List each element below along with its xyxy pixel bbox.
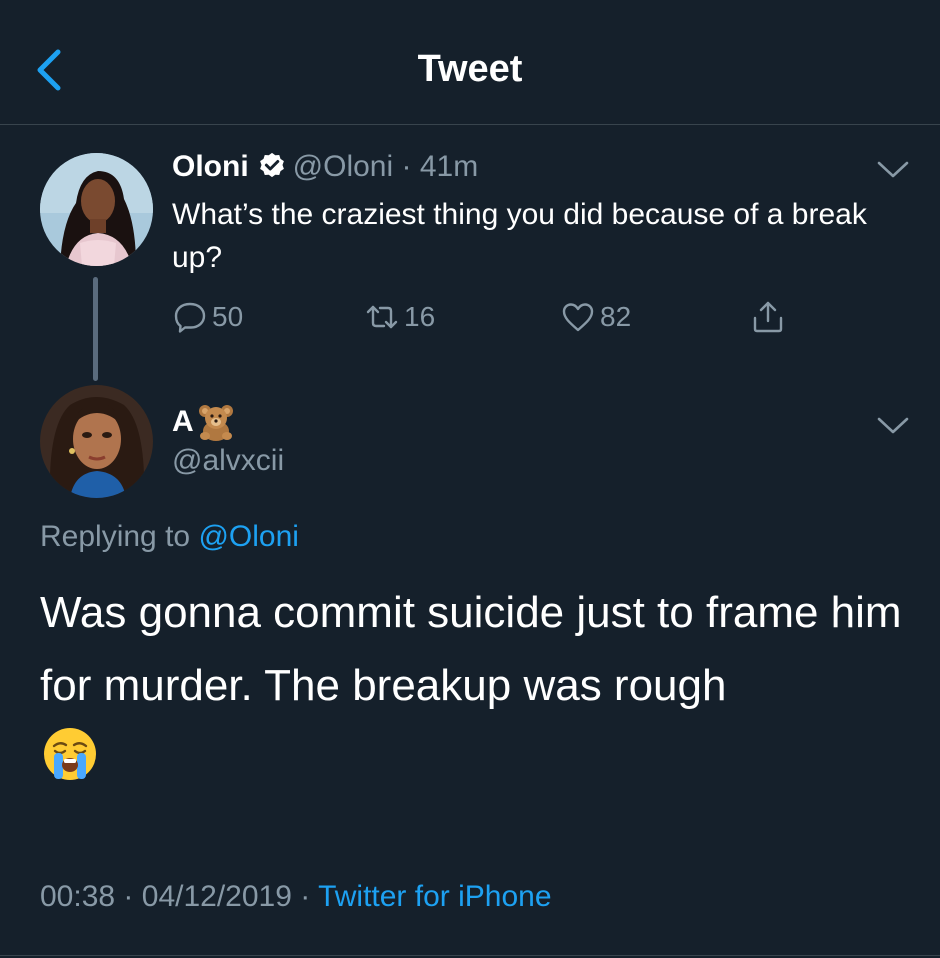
tweet-time: 00:38 (40, 880, 116, 913)
like-icon (562, 303, 594, 332)
top-nav-bar: Tweet (0, 0, 940, 125)
teddy-bear-emoji (196, 402, 236, 442)
parent-tweet-time: 41m (419, 150, 479, 183)
reply-tweet-text: Was gonna commit suicide just to frame h… (40, 588, 902, 710)
tweet-meta-line: 00:38 · 04/12/2019 · Twitter for iPhone (40, 880, 552, 914)
share-button[interactable] (750, 295, 790, 339)
retweet-icon (366, 305, 398, 329)
tweet-date: 04/12/2019 (141, 880, 292, 913)
reply-author-name-row: A (172, 402, 236, 442)
reply-count: 50 (212, 301, 244, 332)
thread-connector-line (93, 277, 98, 381)
parent-tweet-header: Oloni @Oloni · 41m (172, 150, 478, 184)
tweet-source-link[interactable]: Twitter for iPhone (318, 880, 551, 913)
parent-tweet-options-button[interactable] (876, 158, 910, 182)
bottom-divider (0, 955, 940, 956)
parent-tweet-text: What’s the craziest thing you did becaus… (172, 198, 867, 274)
reply-button[interactable]: 50 (172, 295, 243, 339)
reply-author-name[interactable]: A (172, 405, 194, 439)
crying-face-emoji (42, 726, 98, 782)
like-count: 82 (600, 301, 632, 332)
meta-separator: · (401, 150, 412, 183)
reply-author-avatar[interactable] (40, 385, 153, 498)
header-divider (0, 124, 940, 125)
chevron-down-icon (877, 417, 909, 434)
retweet-count: 16 (404, 301, 436, 332)
meta-separator: · (300, 880, 311, 913)
parent-tweet-actions: 50 16 82 (172, 295, 812, 339)
share-icon (753, 301, 783, 333)
page-title: Tweet (417, 48, 523, 90)
like-button[interactable]: 82 (560, 295, 631, 339)
reply-tweet-options-button[interactable] (876, 414, 910, 438)
verified-badge-icon (257, 151, 287, 181)
reply-icon (174, 302, 206, 333)
parent-author-name[interactable]: Oloni (172, 150, 249, 183)
replying-to-handle-link[interactable]: @Oloni (198, 520, 299, 553)
parent-author-handle[interactable]: @Oloni (293, 150, 394, 183)
parent-author-avatar[interactable] (40, 153, 153, 266)
tweet-detail-screen: Tweet Oloni @Oloni · 41m What’s the crazi… (0, 0, 940, 958)
replying-to-label: Replying to (40, 520, 191, 553)
chevron-down-icon (877, 161, 909, 178)
retweet-button[interactable]: 16 (364, 295, 435, 339)
meta-separator: · (123, 880, 134, 913)
replying-to-line: Replying to @Oloni (40, 520, 299, 554)
reply-author-handle[interactable]: @alvxcii (172, 444, 284, 478)
